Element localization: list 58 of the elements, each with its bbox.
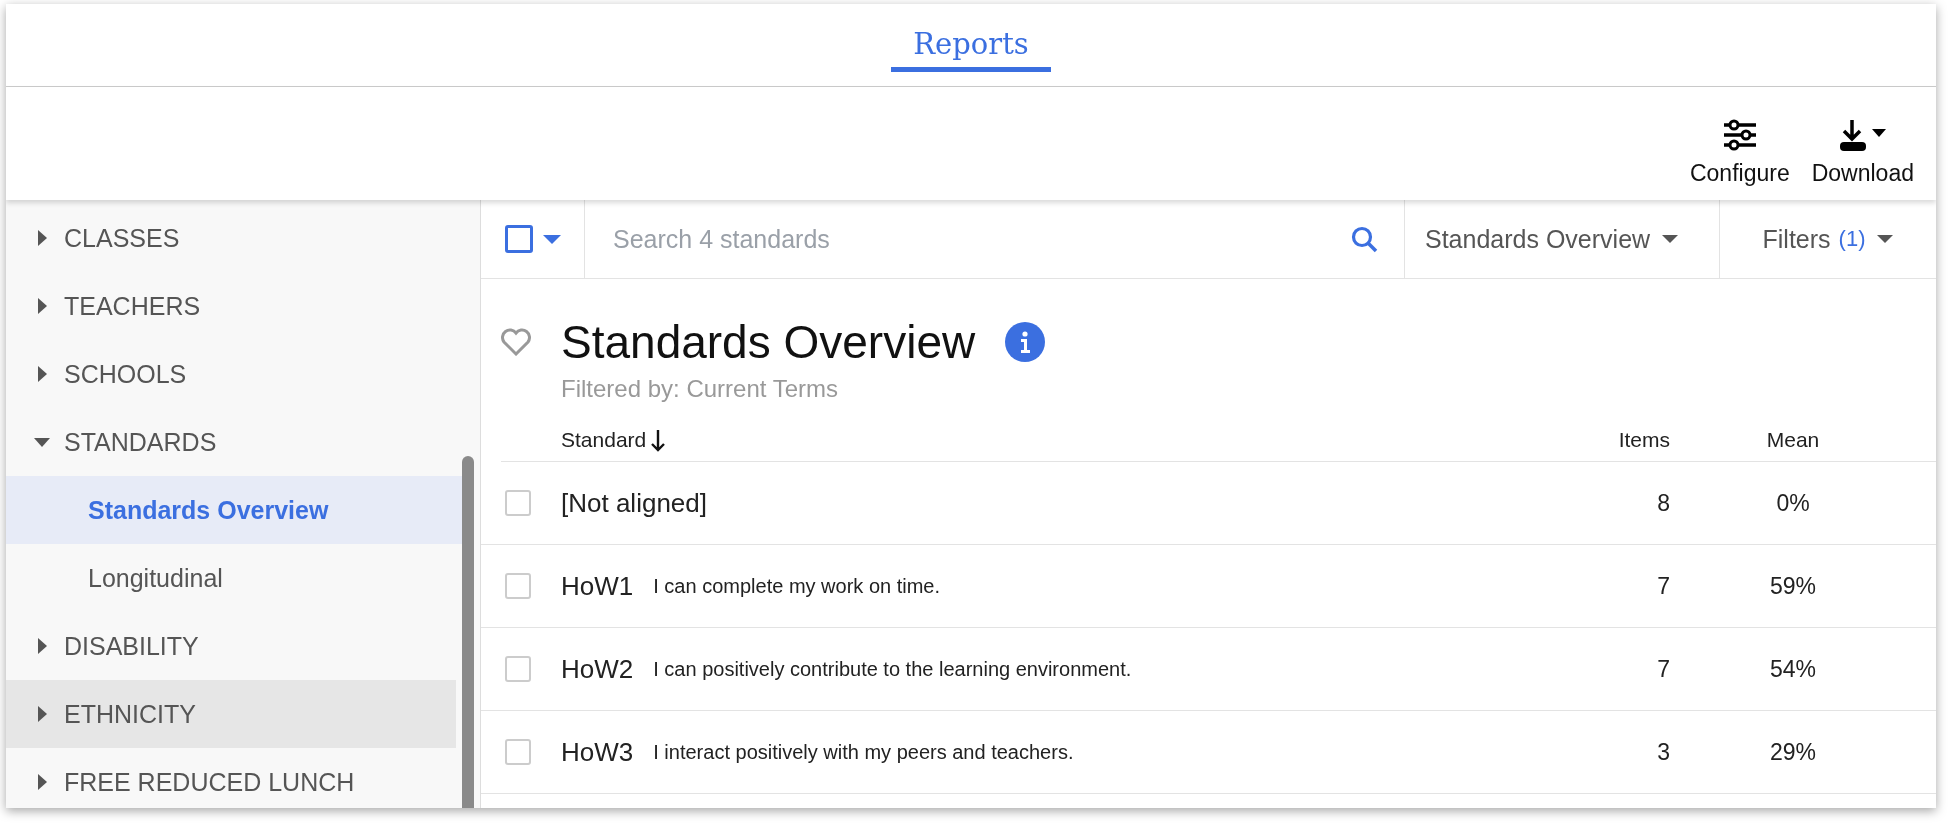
sort-arrow-icon — [650, 428, 667, 452]
standard-code: HoW1 — [561, 570, 634, 602]
reports-tab[interactable]: Reports — [891, 27, 1051, 72]
sidebar-subitem[interactable]: Standards Overview — [6, 476, 464, 544]
caret-icon — [1871, 128, 1886, 137]
caret-icon — [1662, 235, 1679, 243]
mean-score: 59% — [1768, 572, 1817, 600]
report-title: Standards Overview — [561, 315, 976, 369]
column-header[interactable]: Mean — [1766, 428, 1820, 452]
row-checkbox[interactable] — [505, 573, 531, 599]
items-count: 8 — [1656, 489, 1670, 517]
scrollbar-thumb[interactable] — [462, 456, 474, 808]
filters-dropdown[interactable]: Filters (1) — [1720, 200, 1936, 278]
download-icon — [1839, 118, 1866, 151]
view-dropdown[interactable]: Standards Overview — [1405, 200, 1720, 278]
expand-icon — [37, 298, 47, 314]
expand-icon — [37, 366, 47, 382]
mean-score: 29% — [1768, 738, 1817, 766]
row-checkbox[interactable] — [505, 490, 531, 516]
sliders-icon — [1722, 119, 1758, 150]
select-all-checkbox[interactable] — [504, 225, 533, 253]
filter-summary: Filtered by: Current Terms — [561, 375, 839, 403]
sidebar-item[interactable]: FREE REDUCED LUNCH — [6, 748, 456, 808]
items-count: 3 — [1656, 738, 1670, 766]
items-count: 7 — [1656, 572, 1670, 600]
caret-icon — [1877, 235, 1894, 243]
sidebar-item[interactable]: DISABILITY — [6, 612, 456, 680]
sidebar-item[interactable]: TEACHERS — [6, 272, 456, 340]
download-button[interactable]: Download — [1811, 118, 1914, 187]
expand-icon — [37, 638, 47, 654]
standard-code: [Not aligned] — [561, 487, 707, 519]
standard-description: I can complete my work on time. — [653, 574, 942, 598]
caret-icon — [542, 234, 561, 244]
column-header[interactable]: Standard — [561, 428, 667, 452]
row-checkbox[interactable] — [505, 656, 531, 682]
expand-icon — [37, 230, 47, 246]
expand-icon — [37, 706, 47, 722]
column-header[interactable]: Items — [1618, 428, 1670, 452]
search-icon — [1351, 225, 1378, 253]
sidebar-subitem[interactable]: Longitudinal — [6, 544, 464, 612]
standard-code: HoW3 — [561, 736, 634, 768]
search-field[interactable]: Search 4 standards — [611, 223, 1351, 255]
sidebar-item[interactable]: CLASSES — [6, 204, 456, 272]
expand-icon — [37, 774, 47, 790]
sidebar-item[interactable]: SCHOOLS — [6, 340, 456, 408]
mean-score: 0% — [1775, 489, 1811, 517]
info-icon[interactable] — [1005, 322, 1046, 362]
collapse-icon — [34, 437, 50, 447]
row-checkbox[interactable] — [505, 739, 531, 765]
sidebar-item[interactable]: STANDARDS — [6, 408, 456, 476]
standard-description: I interact positively with my peers and teachers. — [653, 740, 1075, 764]
heart-icon[interactable] — [501, 328, 531, 356]
items-count: 7 — [1656, 655, 1670, 683]
mean-score: 54% — [1768, 655, 1817, 683]
standard-code: HoW2 — [561, 653, 634, 685]
standard-description: I can positively contribute to the learning environment. — [653, 657, 1133, 681]
configure-button[interactable]: Configure — [1689, 118, 1790, 187]
sidebar-item[interactable]: ETHNICITY — [6, 680, 456, 748]
